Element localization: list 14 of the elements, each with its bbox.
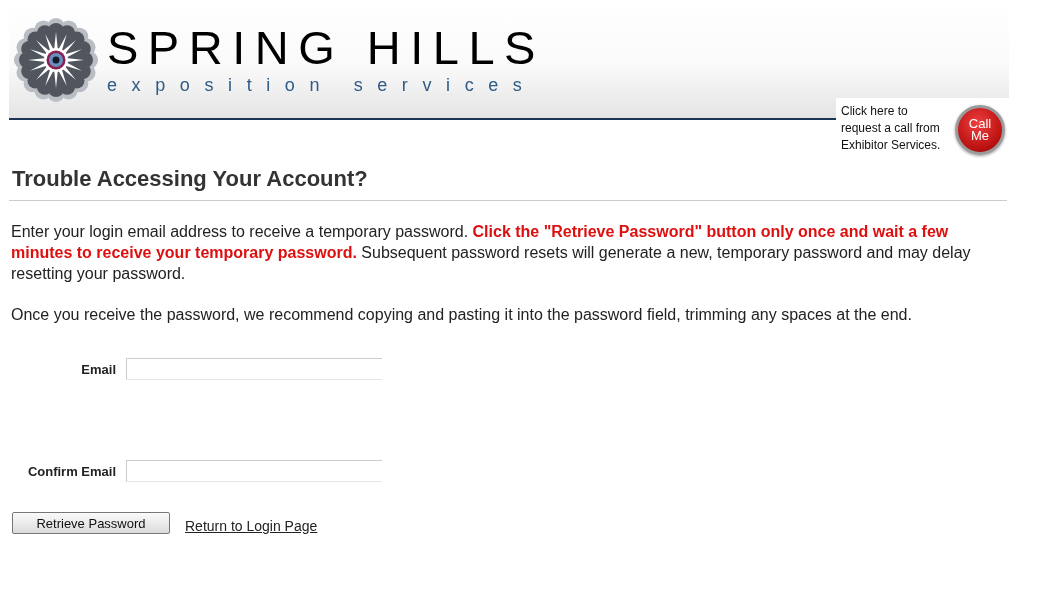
call-me-button[interactable]: Call Me <box>955 105 1005 155</box>
field-label: Email <box>80 361 116 377</box>
instructions-text: Enter your login email address to receive a temporary password. Click the "Retrieve Password" button only once and wait a few minutes to receive your temporary password. Subsequent password resets will generate a new, temporary password and may delay resetting your password. <box>11 222 972 284</box>
email-field[interactable] <box>126 358 382 380</box>
instructions-text: Once you receive the password, we recommend copying and pasting it into the password field, trimming any spaces at the end. <box>11 305 913 325</box>
brand-tagline: exposition services <box>107 74 538 96</box>
call-me-text[interactable]: Click here to request a call from Exhibitor Services. <box>841 103 949 154</box>
brand-name: SPRING HILLS <box>107 24 545 72</box>
field-label: Confirm Email <box>26 463 116 479</box>
return-to-login-link[interactable]: Return to Login Page <box>185 518 318 534</box>
retrieve-password-button[interactable]: Retrieve Password <box>12 512 170 534</box>
email-field[interactable] <box>126 460 382 482</box>
flower-logo-icon <box>14 18 98 102</box>
page-heading: Trouble Accessing Your Account? <box>9 166 1007 201</box>
